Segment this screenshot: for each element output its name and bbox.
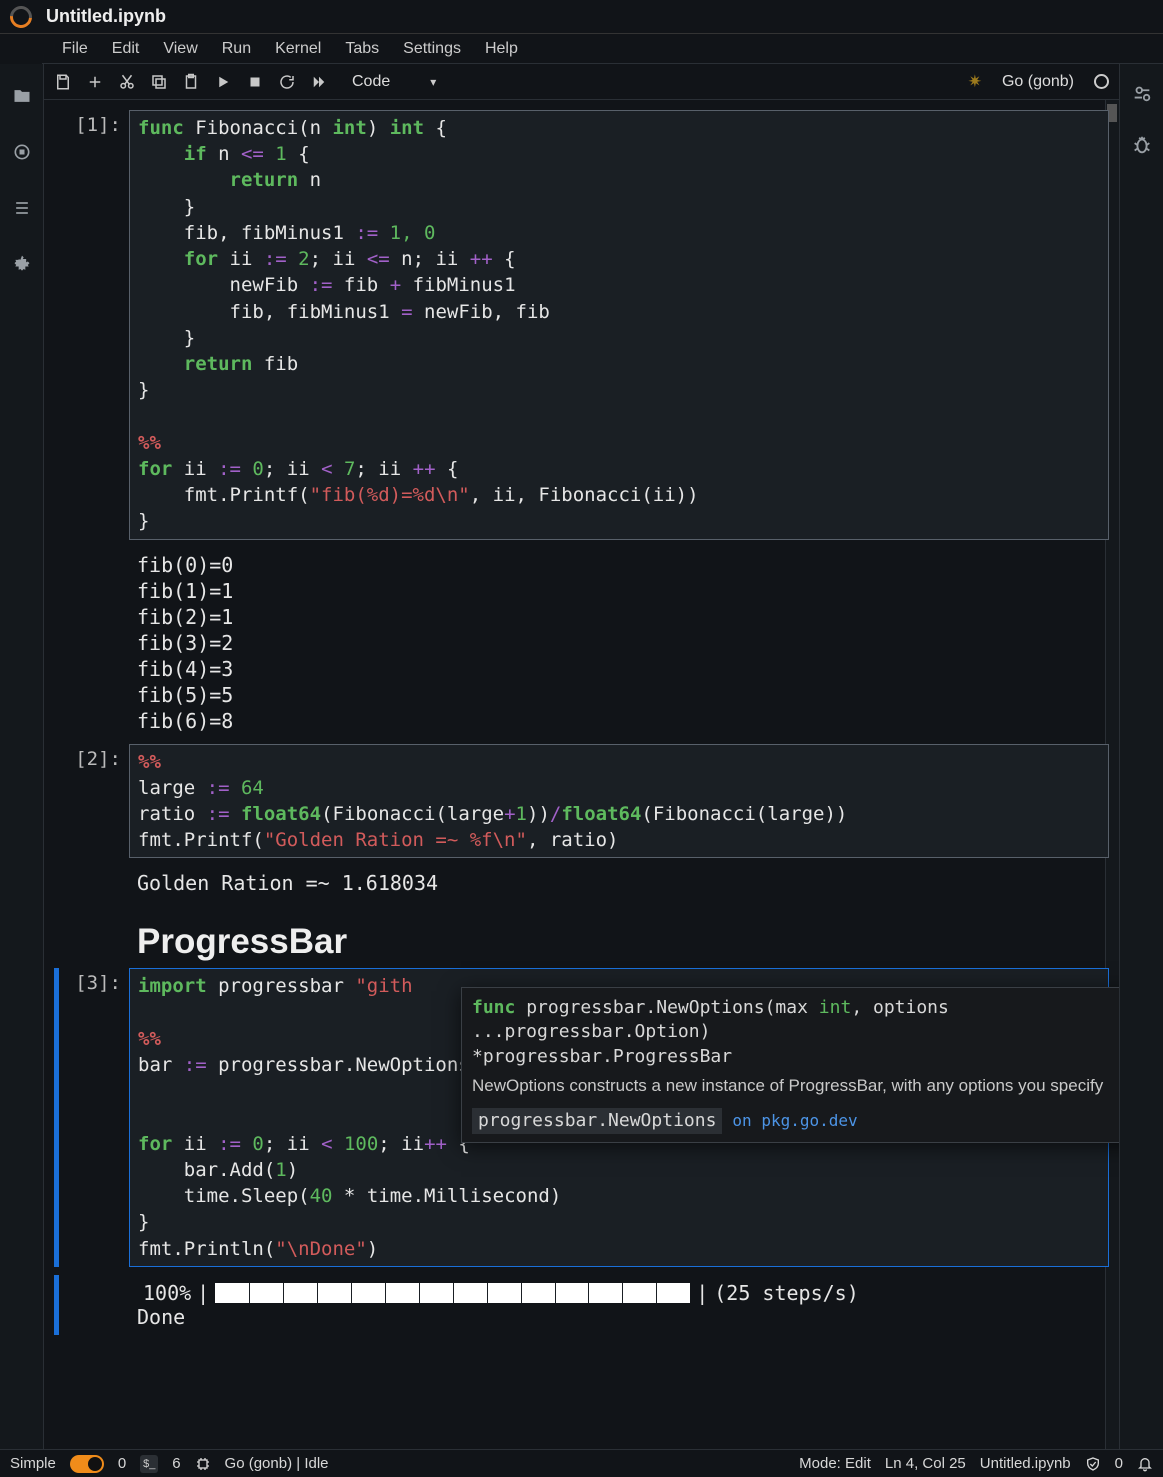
- debugger-icon[interactable]: [1131, 134, 1153, 156]
- jupyter-logo-icon: [6, 1, 37, 32]
- menu-bar: File Edit View Run Kernel Tabs Settings …: [42, 34, 1163, 64]
- terminal-icon[interactable]: $_: [140, 1455, 158, 1473]
- paste-icon[interactable]: [182, 73, 200, 91]
- kernel-status-icon[interactable]: [1094, 74, 1109, 89]
- progress-bar: [215, 1283, 690, 1303]
- progress-percent: 100%: [143, 1281, 191, 1305]
- menu-view[interactable]: View: [151, 36, 209, 62]
- tooltip-symbol: progressbar.NewOptions: [472, 1108, 722, 1134]
- cell-2: [2]: %% large := 64 ratio := float64(Fib…: [54, 744, 1109, 859]
- status-bar: Simple 0 $_ 6 Go (gonb) | Idle Mode: Edi…: [0, 1449, 1163, 1477]
- status-mode[interactable]: Mode: Edit: [799, 1455, 871, 1472]
- tooltip-doc-link[interactable]: on pkg.go.dev: [732, 1110, 857, 1132]
- copy-icon[interactable]: [150, 73, 168, 91]
- add-cell-icon[interactable]: [86, 73, 104, 91]
- kernel-chip-icon[interactable]: [195, 1456, 211, 1472]
- menu-help[interactable]: Help: [473, 36, 530, 62]
- cut-icon[interactable]: [118, 73, 136, 91]
- status-six[interactable]: 6: [172, 1455, 180, 1472]
- progress-line: 100% | | (25 steps/s): [137, 1281, 1101, 1305]
- cell-1: [1]: func Fibonacci(n int) int { if n <=…: [54, 110, 1109, 540]
- bell-icon[interactable]: [1137, 1456, 1153, 1472]
- simple-toggle[interactable]: [70, 1455, 104, 1473]
- menu-settings[interactable]: Settings: [391, 36, 473, 62]
- cell-type-label: Code: [352, 73, 390, 91]
- tooltip-footer: progressbar.NewOptions on pkg.go.dev: [472, 1108, 1119, 1134]
- status-kernel[interactable]: Go (gonb) | Idle: [225, 1455, 329, 1472]
- restart-icon[interactable]: [278, 73, 296, 91]
- menu-edit[interactable]: Edit: [100, 36, 152, 62]
- cell-3-prompt: [3]:: [59, 968, 129, 1266]
- cell-2-output: Golden Ration =~ 1.618034: [129, 866, 1109, 906]
- cell-1-prompt: [1]:: [54, 110, 129, 540]
- menu-tabs[interactable]: Tabs: [333, 36, 391, 62]
- stop-icon[interactable]: [246, 73, 264, 91]
- restart-run-icon[interactable]: [310, 73, 328, 91]
- extensions-icon[interactable]: [12, 254, 32, 274]
- menu-kernel[interactable]: Kernel: [263, 36, 333, 62]
- signature-tooltip: func progressbar.NewOptions(max int, opt…: [461, 987, 1119, 1143]
- trust-icon[interactable]: ✷: [968, 72, 982, 92]
- cell-type-selector[interactable]: Code ▾: [342, 70, 446, 94]
- kernel-name[interactable]: Go (gonb): [1002, 73, 1074, 91]
- status-simple[interactable]: Simple: [10, 1455, 56, 1472]
- toc-icon[interactable]: [12, 198, 32, 218]
- run-icon[interactable]: [214, 73, 232, 91]
- status-cursor[interactable]: Ln 4, Col 25: [885, 1455, 966, 1472]
- folder-icon[interactable]: [12, 86, 32, 106]
- status-notifications[interactable]: 0: [1115, 1455, 1123, 1472]
- shield-icon[interactable]: [1085, 1456, 1101, 1472]
- markdown-heading[interactable]: ProgressBar: [129, 906, 1109, 968]
- cell-2-prompt: [2]:: [54, 744, 129, 859]
- done-line: Done: [137, 1305, 1101, 1329]
- menu-file[interactable]: File: [50, 36, 100, 62]
- notebook-toolbar: Code ▾ ✷ Go (gonb): [44, 64, 1119, 100]
- status-filename[interactable]: Untitled.ipynb: [980, 1455, 1071, 1472]
- notebook-area: Code ▾ ✷ Go (gonb) [1]: func Fibonacci(n…: [44, 64, 1119, 1449]
- tooltip-signature: func progressbar.NewOptions(max int, opt…: [472, 996, 1119, 1069]
- cell-1-output: fib(0)=0 fib(1)=1 fib(2)=1 fib(3)=2 fib(…: [129, 548, 1109, 744]
- cell-1-code[interactable]: func Fibonacci(n int) int { if n <= 1 { …: [129, 110, 1109, 540]
- notebook-body[interactable]: [1]: func Fibonacci(n int) int { if n <=…: [44, 100, 1119, 1449]
- left-activity-bar: [0, 64, 44, 1449]
- title-bar: Untitled.ipynb: [0, 0, 1163, 34]
- status-zero[interactable]: 0: [118, 1455, 126, 1472]
- cell-2-code[interactable]: %% large := 64 ratio := float64(Fibonacc…: [129, 744, 1109, 859]
- progress-rate: (25 steps/s): [714, 1281, 859, 1305]
- cell-3-output-wrap: 100% | | (25 steps/s) Done: [54, 1275, 1109, 1335]
- save-icon[interactable]: [54, 73, 72, 91]
- tooltip-description: NewOptions constructs a new instance of …: [472, 1075, 1119, 1098]
- property-inspector-icon[interactable]: [1131, 82, 1153, 104]
- menu-run[interactable]: Run: [210, 36, 263, 62]
- running-icon[interactable]: [12, 142, 32, 162]
- chevron-down-icon: ▾: [430, 75, 436, 89]
- notebook-filename[interactable]: Untitled.ipynb: [46, 6, 166, 27]
- right-activity-bar: [1119, 64, 1163, 1449]
